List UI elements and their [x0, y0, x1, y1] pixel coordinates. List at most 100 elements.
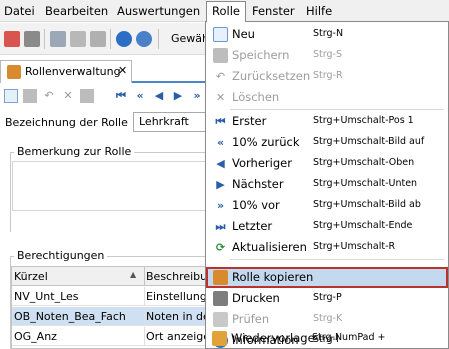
new-doc-icon: [213, 27, 228, 42]
menu-item-shortcut: Strg+Umschalt-Ende: [313, 220, 413, 231]
info-circle-icon[interactable]: [116, 31, 132, 47]
tab-label: Rollenverwaltung: [25, 65, 121, 78]
copy-icon[interactable]: [70, 31, 86, 47]
menu-item-naechster[interactable]: ▶ Nächster Strg+Umschalt-Unten: [207, 174, 447, 195]
rolle-dropdown-menu: Neu Strg-N Speichern Strg-S ↶ Zurücksetz…: [205, 21, 449, 349]
menu-item-shortcut: Strg-R: [313, 70, 343, 81]
new-record-icon[interactable]: [4, 89, 18, 103]
menu-auswertungen[interactable]: Auswertungen: [117, 4, 200, 20]
cell-code: NV_Unt_Les: [14, 290, 79, 303]
toolbar-separator: [158, 29, 159, 49]
menu-item-shortcut: Strg+Umschalt-Bild auf: [313, 136, 425, 147]
menu-item-label: Neu: [232, 27, 255, 41]
undo-icon[interactable]: ↶: [42, 89, 56, 103]
column-header-kuerzel[interactable]: Kürzel: [14, 270, 48, 283]
toolbar-separator: [44, 29, 45, 49]
calculator-icon[interactable]: [24, 31, 40, 47]
menu-item-label: 10% vor: [232, 198, 280, 212]
menu-item-letzter[interactable]: ⏭ Letzter Strg+Umschalt-Ende: [207, 216, 447, 237]
reminder-icon: [212, 331, 227, 346]
close-icon[interactable]: ✕: [118, 64, 127, 77]
menu-item-label: Zurücksetzen: [232, 69, 311, 83]
menu-item-label: Nächster: [232, 177, 284, 191]
menu-hilfe[interactable]: Hilfe: [306, 4, 332, 20]
lightning-icon[interactable]: [90, 31, 106, 47]
menu-item-shortcut: Strg-K: [313, 313, 343, 324]
menu-rolle[interactable]: Rolle: [206, 1, 246, 22]
role-name-label: Bezeichnung der Rolle: [5, 116, 128, 129]
forward-10-icon: »: [216, 199, 225, 212]
windows-icon[interactable]: [50, 31, 66, 47]
delete-icon[interactable]: ✕: [61, 89, 75, 103]
cell-code: OB_Noten_Bea_Fach: [14, 310, 126, 323]
menu-item-10-vor[interactable]: » 10% vor Strg+Umschalt-Bild ab: [207, 195, 447, 216]
menu-item-wiedervorlage[interactable]: Wiedervorlage Strg-NumPad +: [206, 328, 446, 349]
last-record-icon: ⏭: [215, 220, 226, 233]
cell-description: Einstellunge: [146, 290, 206, 303]
permissions-label: Berechtigungen: [14, 249, 108, 262]
menu-item-neu[interactable]: Neu Strg-N: [207, 24, 447, 45]
menu-item-shortcut: Strg-N: [313, 28, 344, 39]
next-icon[interactable]: ▶: [171, 89, 185, 103]
first-record-icon[interactable]: ⏮: [114, 89, 128, 103]
back-10-icon[interactable]: «: [133, 89, 147, 103]
column-header-beschreibung[interactable]: Beschreibun: [146, 270, 206, 283]
menu-item-shortcut: Strg+Umschalt-Unten: [313, 178, 418, 189]
column-separator: [144, 307, 145, 326]
menu-item-10-zurueck[interactable]: « 10% zurück Strg+Umschalt-Bild auf: [207, 132, 447, 153]
forward-10-icon[interactable]: »: [190, 89, 204, 103]
sort-ascending-icon: ▲: [130, 270, 137, 279]
menu-item-label: Löschen: [232, 90, 280, 104]
column-separator: [144, 267, 145, 286]
toolbar-separator: [110, 29, 111, 49]
menu-item-shortcut: Strg-S: [313, 49, 342, 60]
menu-item-label: Vorheriger: [232, 156, 292, 170]
menu-item-zuruecksetzen[interactable]: ↶ Zurücksetzen Strg-R: [207, 66, 447, 87]
menu-separator: [230, 259, 444, 260]
back-10-icon: «: [216, 136, 225, 149]
menu-item-vorheriger[interactable]: ◀ Vorheriger Strg+Umschalt-Oben: [207, 153, 447, 174]
previous-icon[interactable]: ◀: [152, 89, 166, 103]
menu-item-drucken[interactable]: Drucken Strg-P: [207, 288, 447, 309]
toolbar-truncated-label: Gewäh: [171, 32, 210, 45]
cell-description: Ort anzeige: [146, 330, 206, 343]
permissions-grid: Kürzel ▲ Beschreibun NV_Unt_Les Einstell…: [11, 266, 207, 349]
menu-hilfe-label: Hilfe: [306, 4, 333, 18]
tab-rollenverwaltung[interactable]: Rollenverwaltung ✕: [0, 60, 132, 83]
menu-rolle-label: Rolle: [212, 4, 240, 18]
menu-item-erster[interactable]: ⏮ Erster Strg+Umschalt-Pos 1: [207, 111, 447, 132]
cell-code: OG_Anz: [14, 330, 57, 343]
menu-datei-label: Datei: [4, 4, 35, 18]
print-icon: [213, 291, 228, 306]
menu-item-label: Aktualisieren: [232, 240, 307, 254]
previous-icon: ◀: [216, 157, 225, 170]
menu-item-rolle-kopieren[interactable]: Rolle kopieren: [206, 267, 448, 288]
column-separator: [144, 287, 145, 306]
table-row[interactable]: OB_Noten_Bea_Fach Noten in de: [12, 307, 206, 326]
comment-icon[interactable]: [80, 89, 94, 103]
copy-role-icon: [213, 270, 228, 285]
table-row[interactable]: NV_Unt_Les Einstellunge: [12, 287, 206, 306]
menu-bearbeiten[interactable]: Bearbeiten: [45, 4, 108, 20]
remark-textarea[interactable]: [12, 161, 208, 211]
menu-item-pruefen[interactable]: Prüfen Strg-K: [207, 309, 447, 330]
undo-icon: ↶: [215, 70, 226, 83]
menu-item-label: Wiedervorlage: [231, 331, 315, 345]
book-icon[interactable]: [4, 31, 20, 47]
save-icon[interactable]: [23, 89, 37, 103]
table-row[interactable]: OG_Anz Ort anzeige: [12, 327, 206, 346]
menu-item-aktualisieren[interactable]: ⟳ Aktualisieren Strg+Umschalt-R: [207, 237, 447, 258]
delete-icon: ✕: [215, 91, 226, 104]
menu-fenster[interactable]: Fenster: [252, 4, 295, 20]
menu-item-speichern[interactable]: Speichern Strg-S: [207, 45, 447, 66]
menu-item-label: Erster: [232, 114, 267, 128]
menu-item-loeschen[interactable]: ✕ Löschen: [207, 87, 447, 108]
menu-auswertungen-label: Auswertungen: [117, 4, 201, 18]
column-separator: [144, 327, 145, 346]
grid-header: Kürzel ▲ Beschreibun: [12, 267, 206, 286]
menubar: Datei Bearbeiten Auswertungen Rolle Fens…: [0, 0, 449, 22]
help-icon[interactable]: [136, 31, 152, 47]
menu-datei[interactable]: Datei: [4, 4, 35, 20]
first-record-icon: ⏮: [215, 115, 226, 128]
role-icon: [7, 65, 21, 79]
